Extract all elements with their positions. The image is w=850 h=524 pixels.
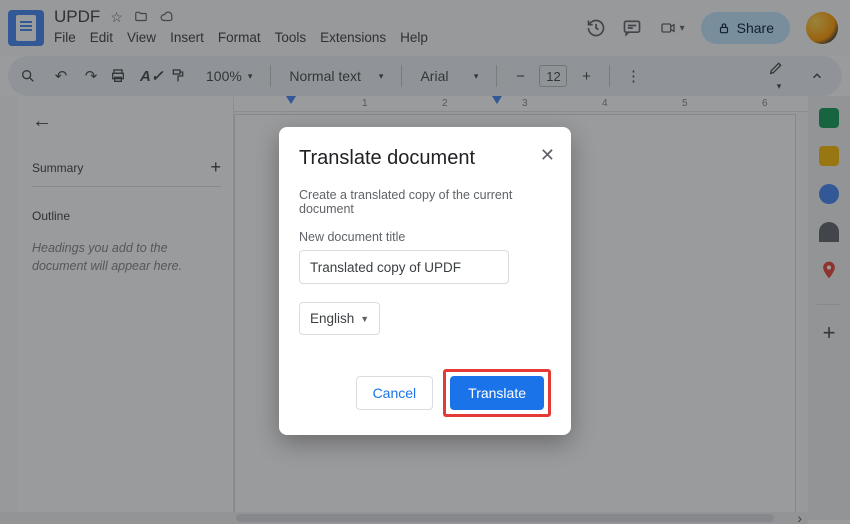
cancel-button[interactable]: Cancel xyxy=(356,376,434,410)
translate-button[interactable]: Translate xyxy=(450,376,544,410)
close-icon[interactable]: ✕ xyxy=(540,145,555,166)
callout-highlight: Translate xyxy=(443,369,551,417)
chevron-down-icon: ▼ xyxy=(360,314,369,324)
new-title-input[interactable] xyxy=(299,250,509,284)
translate-dialog: Translate document ✕ Create a translated… xyxy=(279,127,571,435)
language-selector[interactable]: English ▼ xyxy=(299,302,380,335)
dialog-title: Translate document xyxy=(299,147,551,170)
dialog-description: Create a translated copy of the current … xyxy=(299,188,551,216)
app-root: UPDF ☆ File Edit View Insert Format Tool… xyxy=(0,0,850,524)
modal-scrim: Translate document ✕ Create a translated… xyxy=(0,0,850,524)
dialog-actions: Cancel Translate xyxy=(299,369,551,417)
title-field-label: New document title xyxy=(299,230,551,244)
language-value: English xyxy=(310,311,354,326)
